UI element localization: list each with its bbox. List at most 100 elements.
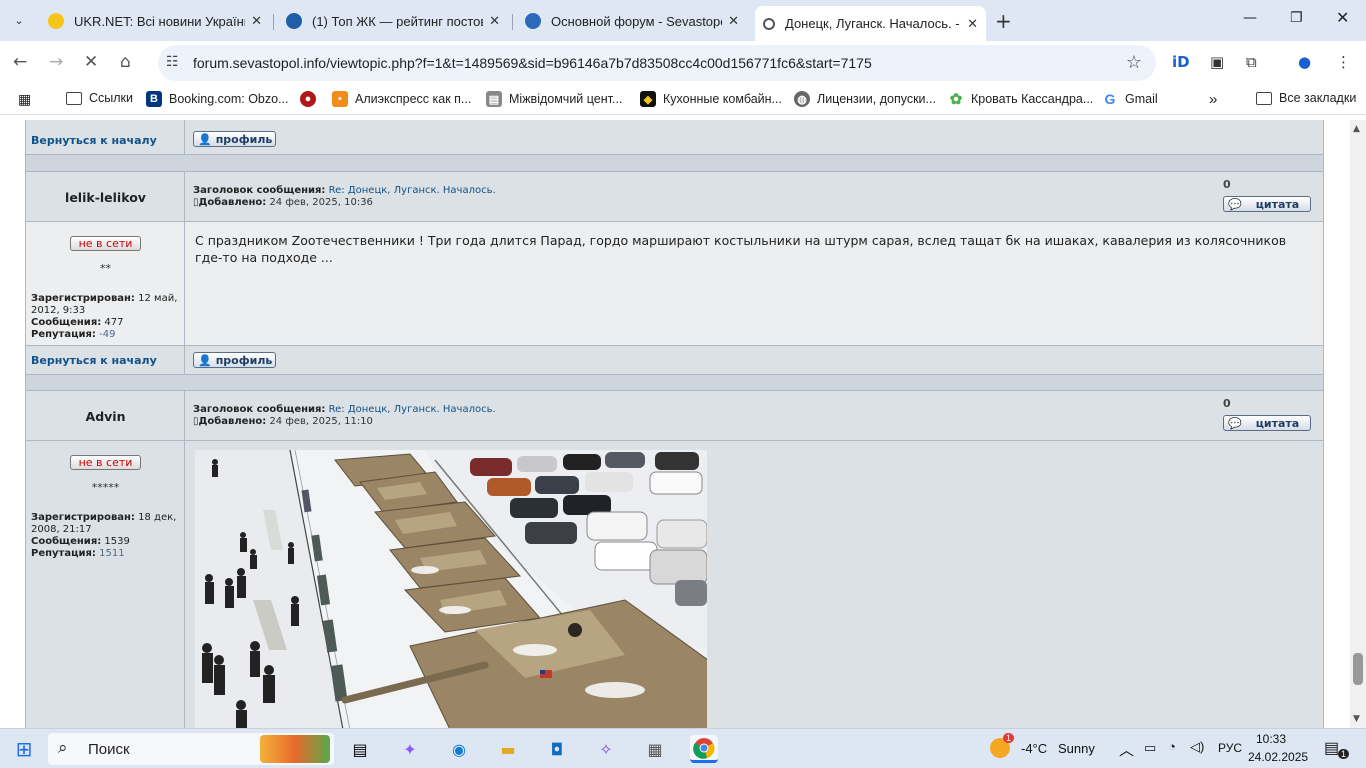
post-separator [25,374,1324,391]
close-window-icon[interactable]: ✕ [1336,8,1349,27]
volume-icon[interactable]: ◁) [1190,739,1204,755]
tab-title: (1) Топ ЖК — рейтинг постов [312,13,484,29]
bookmark-aliexpress[interactable]: ▪ Алиэкспресс как п... [332,91,471,107]
tray-chevron-up-icon[interactable]: ︿ [1119,739,1134,760]
weather-widget[interactable]: 1 [990,733,1015,758]
tab-search-chevron-icon[interactable]: ⌄ [6,8,32,32]
offline-status-badge: не в сети [70,236,141,251]
bookmark-label: Кухонные комбайн... [663,92,782,106]
quote-button-label: цитата [1255,416,1300,430]
m365-icon[interactable]: ✧ [592,735,620,763]
post-rating-count: 0 [1223,397,1231,410]
page-scrollbar[interactable]: ▲ ▼ [1350,120,1366,728]
bookmark-kitchen[interactable]: ◆ Кухонные комбайн... [640,91,782,107]
bookmark-label: Ссылки [89,91,134,105]
close-tab-icon[interactable]: ✕ [251,13,262,29]
bookmark-label: Кровать Кассандра... [971,92,1094,106]
profile-button[interactable]: 👤 профиль [193,131,276,147]
input-language[interactable]: РУС [1218,741,1242,755]
back-to-top-link[interactable]: Вернуться к началу [31,354,157,367]
url-text[interactable]: forum.sevastopol.info/viewtopic.php?f=1&… [193,55,872,71]
edge-browser-icon[interactable]: ◉ [445,735,473,763]
all-bookmarks-folder[interactable]: Все закладки [1256,91,1356,105]
quote-button[interactable]: 💬 цитата [1223,196,1311,212]
weather-badge: 1 [1003,733,1015,743]
google-g-icon: G [1104,91,1116,107]
user-info-block: Зарегистрирован: 12 май, 2012, 9:33 Сооб… [31,293,181,341]
close-tab-icon[interactable]: ✕ [728,13,739,29]
back-arrow-icon[interactable]: ← [13,52,27,72]
bookmark-gmail[interactable]: G Gmail [1102,91,1158,107]
copilot-icon[interactable]: ✦ [396,735,424,763]
chrome-browser-icon[interactable] [690,735,718,763]
post-author-name[interactable]: lelik-lelikov [26,190,185,205]
post-date: 24 фев, 2025, 11:10 [269,416,373,427]
new-tab-plus-icon[interactable]: + [995,9,1012,33]
scroll-down-arrow-icon[interactable]: ▼ [1353,714,1360,724]
extensions-icon[interactable]: ⧉ [1246,53,1257,71]
clock-time[interactable]: 10:33 [1256,732,1286,746]
tab-donetsk-active[interactable]: Донецк, Луганск. Началось. - С ✕ [755,6,986,41]
post-subject-link[interactable]: Re: Донецк, Луганск. Началось. [329,404,496,415]
bookmark-label: Лицензии, допуски... [817,92,936,106]
reputation-label: Репутация: [31,548,96,559]
bookmark-red-circle[interactable]: ● [300,91,323,107]
bookmark-licenses[interactable]: ◍ Лицензии, допуски... [794,91,936,107]
notifications-icon[interactable]: ▤ [1324,738,1339,758]
site-info-icon[interactable]: ☷ [166,54,179,70]
windows-start-icon[interactable]: ⊞ [10,735,38,763]
wifi-icon[interactable]: ◔ [1168,739,1176,754]
back-to-top-link[interactable]: Вернуться к началу [31,134,157,147]
profile-avatar-icon[interactable]: ● [1298,53,1311,71]
home-icon[interactable]: ⌂ [120,52,131,72]
stop-loading-icon[interactable]: ✕ [84,52,98,72]
post-image-tanks-exhibition[interactable] [195,450,707,728]
task-view-icon[interactable]: ▤ [346,735,374,763]
person-icon: 👤 [198,353,212,367]
calculator-icon[interactable]: ▦ [641,735,669,763]
apps-grid-icon[interactable]: ▦ [18,91,31,108]
tab-top-zhk[interactable]: (1) Топ ЖК — рейтинг постов ✕ [278,6,508,36]
file-explorer-icon[interactable]: ▬ [494,735,522,763]
booking-icon: B [146,91,162,107]
more-bookmarks-chevron-icon[interactable]: » [1209,91,1217,108]
clock-date[interactable]: 24.02.2025 [1248,750,1308,764]
post-message-text: С праздником Zooтечественники ! Три года… [195,233,1287,265]
post-author-name[interactable]: Advin [26,409,185,424]
extension-id-icon[interactable]: iD [1172,53,1190,71]
battery-icon[interactable]: ▭ [1144,740,1156,756]
bookmark-bed[interactable]: ✿ Кровать Кассандра... [948,91,1094,108]
taskbar-search[interactable]: ⌕ Поиск [48,733,334,765]
forward-arrow-icon[interactable]: → [49,52,63,72]
address-bar[interactable]: ☷ forum.sevastopol.info/viewtopic.php?f=… [158,45,1156,81]
folder-icon [1256,91,1272,105]
profile-button[interactable]: 👤 профиль [193,352,276,368]
close-tab-icon[interactable]: ✕ [967,16,978,32]
reputation-value: 1511 [99,548,125,559]
quote-button[interactable]: 💬 цитата [1223,415,1311,431]
outlook-icon[interactable]: ◘ [543,735,571,763]
tab-main-forum[interactable]: Основной форум - Sevastopol ✕ [517,6,747,36]
bookmark-star-icon[interactable]: ☆ [1126,52,1142,73]
user-info-block: Зарегистрирован: 18 дек, 2008, 21:17 Соо… [31,512,181,560]
registered-label: Зарегистрирован: [31,293,135,304]
tab-ukrnet[interactable]: UKR.NET: Всі новини України, о ✕ [40,6,270,36]
quote-button-label: цитата [1255,197,1300,211]
post-subject-link[interactable]: Re: Донецк, Луганск. Началось. [329,185,496,196]
tab-title: UKR.NET: Всі новини України, о [74,13,245,29]
bookmark-links-folder[interactable]: Ссылки [66,91,133,105]
tanks-photo-graphic [195,450,707,728]
extension-puzzle-piece-icon[interactable]: ▣ [1210,53,1224,71]
restore-icon[interactable]: ❐ [1290,10,1303,26]
bookmark-interagency[interactable]: ▤ Міжвідомчий цент... [486,91,622,107]
bookmark-booking[interactable]: B Booking.com: Obzo... [146,91,289,107]
close-tab-icon[interactable]: ✕ [489,13,500,29]
scrollbar-thumb[interactable] [1353,653,1363,685]
scroll-up-arrow-icon[interactable]: ▲ [1353,124,1360,134]
bookmark-label: Все закладки [1279,91,1357,105]
posts-label: Сообщения: [31,317,102,328]
kebab-menu-icon[interactable]: ⋮ [1336,53,1351,71]
kitchen-logo-icon: ◆ [640,91,656,107]
minimize-icon[interactable]: — [1243,10,1257,26]
globe-icon: ◍ [794,91,810,107]
